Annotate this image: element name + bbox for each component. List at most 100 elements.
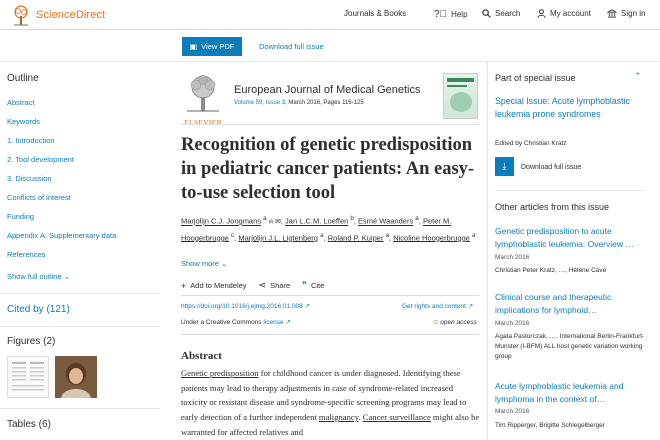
license-link[interactable]: license [263, 319, 283, 326]
chevron-up-icon[interactable]: ⌃ [634, 71, 642, 82]
nav-journals-books[interactable]: Journals & Books [344, 9, 406, 18]
chevron-down-icon: ⌄ [63, 272, 71, 281]
nav-my-account[interactable]: My account [537, 9, 591, 18]
download-full-issue-link[interactable]: Download full issue [259, 42, 324, 51]
show-more-button[interactable]: Show more ⌄ [181, 259, 227, 268]
tables-heading: Tables (6) [7, 419, 51, 430]
divider [0, 326, 160, 327]
institution-icon [607, 9, 617, 18]
person-icon [537, 9, 546, 18]
other-article-date: March 2016 [495, 320, 530, 327]
nav-help[interactable]: ?⃝ Help [434, 9, 468, 20]
plus-icon: + [181, 280, 187, 291]
special-issue-editor: Edited by Christian Kratz [495, 140, 567, 147]
glossary-term-link[interactable]: Cancer surveillance [363, 412, 431, 422]
publisher-name: ELSEVIER [184, 118, 222, 127]
author-list: Marjolijn C.J. Jongmans a ⍝ ✉, Jan L.C.M… [181, 215, 476, 243]
journal-cover-image[interactable] [443, 73, 478, 119]
nav-help-label: Help [451, 10, 468, 19]
outline-item-funding[interactable]: Funding [7, 212, 34, 221]
author-link[interactable]: Jan L.C.M. Loeffen [285, 217, 348, 226]
outline-item-abstract[interactable]: Abstract [7, 98, 35, 107]
external-link-icon: ↗ [283, 319, 291, 326]
other-article-authors: Christian Peter Kratz, …, Hélène Cavé [495, 267, 607, 274]
nav-sign-in[interactable]: Sign in [607, 9, 645, 18]
divider [487, 62, 488, 440]
other-articles-heading: Other articles from this issue [495, 202, 610, 212]
email-icon[interactable]: ✉ [275, 219, 281, 226]
outline-item-keywords[interactable]: Keywords [7, 117, 40, 126]
doi-text: https://doi.org/10.1016/j.ejmg.2016.01.0… [181, 303, 303, 310]
figure-thumbnail-1[interactable] [7, 356, 49, 398]
quote-icon: ❞ [302, 280, 307, 290]
author-link[interactable]: Esmé Waanders [358, 217, 413, 226]
other-article-link[interactable]: Genetic predisposition to acute lymphobl… [495, 225, 645, 250]
outline-item-conflicts[interactable]: Conflicts of interest [7, 193, 71, 202]
other-article-date: March 2016 [495, 254, 530, 261]
author-link[interactable]: Roland P. Kuiper [328, 233, 384, 242]
outline-item-appendix[interactable]: Appendix A. Supplementary data [7, 231, 116, 240]
other-article-link[interactable]: Clinical course and therapeutic implicat… [495, 291, 645, 316]
show-full-outline-link[interactable]: Show full outline ⌄ [7, 272, 70, 281]
cite-button[interactable]: ❞ Cite [302, 280, 324, 291]
view-pdf-label: View PDF [201, 42, 235, 51]
outline-heading: Outline [7, 73, 39, 84]
figure-photo-image [55, 356, 97, 398]
author-link[interactable]: Marjolijn J.L. Ligtenberg [238, 233, 318, 242]
share-button[interactable]: ⋖ Share [259, 280, 291, 291]
author-link[interactable]: Marjolijn C.J. Jongmans [181, 217, 261, 226]
divider [181, 334, 479, 335]
download-full-issue-right[interactable]: Download full issue [521, 164, 581, 171]
help-icon: ?⃝ [434, 9, 448, 20]
figure-diagram-image [12, 362, 44, 391]
license-info: Under a Creative Commons license ↗ [181, 318, 291, 326]
elsevier-publisher-logo: ELSEVIER [181, 73, 225, 127]
share-label: Share [270, 281, 291, 290]
sciencedirect-logo[interactable]: ScienceDirect [10, 4, 105, 26]
divider [181, 124, 479, 125]
outline-item-discussion[interactable]: 3. Discussion [7, 174, 52, 183]
article-title: Recognition of genetic predisposition in… [181, 135, 475, 203]
affiliation-sup: b [350, 215, 354, 222]
figure-thumbnail-2[interactable] [55, 356, 97, 398]
external-link-icon: ↗ [304, 303, 311, 310]
other-article-authors: Tim Ripperger, Brigitte Schlegelberger [495, 422, 605, 429]
open-access-label: open access [440, 319, 477, 326]
get-rights-link[interactable]: Get rights and content ↗ [402, 302, 473, 310]
pdf-icon: ▣ [189, 42, 198, 51]
divider [0, 408, 160, 409]
affiliation-sup: c [231, 231, 235, 239]
license-prefix: Under a Creative Commons [181, 319, 264, 326]
download-icon[interactable]: ⤓ [495, 157, 514, 176]
outline-item-tool-development[interactable]: 2. Tool development [7, 155, 74, 164]
special-issue-link[interactable]: Special Issue: Acute lymphoblastic leuke… [495, 95, 645, 121]
brand-name: ScienceDirect [36, 9, 106, 21]
outline-item-references[interactable]: References [7, 250, 45, 259]
divider [181, 295, 479, 296]
elsevier-tree-icon [14, 5, 28, 26]
journal-title-link[interactable]: European Journal of Medical Genetics [234, 84, 421, 96]
doi-link[interactable]: https://doi.org/10.1016/j.ejmg.2016.01.0… [181, 302, 310, 310]
cited-by-link[interactable]: Cited by (121) [7, 304, 70, 315]
open-lock-icon: ⊙ [433, 319, 439, 326]
nav-search[interactable]: Search [482, 9, 520, 18]
chevron-down-icon: ⌄ [221, 259, 228, 268]
show-full-outline-label: Show full outline [7, 272, 62, 281]
other-article-authors: Agata Pastorczak, …, International Berli… [495, 333, 645, 360]
author-link[interactable]: Nicoline Hoogerbrugge [393, 233, 470, 242]
nav-signin-label: Sign in [621, 9, 646, 18]
nav-search-label: Search [495, 9, 521, 18]
glossary-term-link[interactable]: Genetic predisposition [181, 368, 259, 378]
outline-item-introduction[interactable]: 1. Introduction [7, 136, 55, 145]
article-actions: + Add to Mendeley ⋖ Share ❞ Cite [181, 280, 336, 291]
glossary-term-link[interactable]: malignancy [319, 412, 359, 422]
other-article-link[interactable]: Acute lymphoblastic leukemia and lymphom… [495, 380, 645, 405]
affiliation-sup: a [263, 215, 267, 222]
get-rights-label: Get rights and content [402, 303, 466, 310]
add-to-mendeley-button[interactable]: + Add to Mendeley [181, 280, 247, 291]
volume-issue-link[interactable]: Volume 59, Issue 3 [234, 100, 285, 106]
abstract-text: Genetic predisposition for childhood can… [181, 366, 481, 440]
view-pdf-button[interactable]: ▣ View PDF [182, 37, 242, 56]
open-access-badge: ⊙ open access [433, 318, 477, 326]
elsevier-tree-icon [181, 73, 225, 113]
